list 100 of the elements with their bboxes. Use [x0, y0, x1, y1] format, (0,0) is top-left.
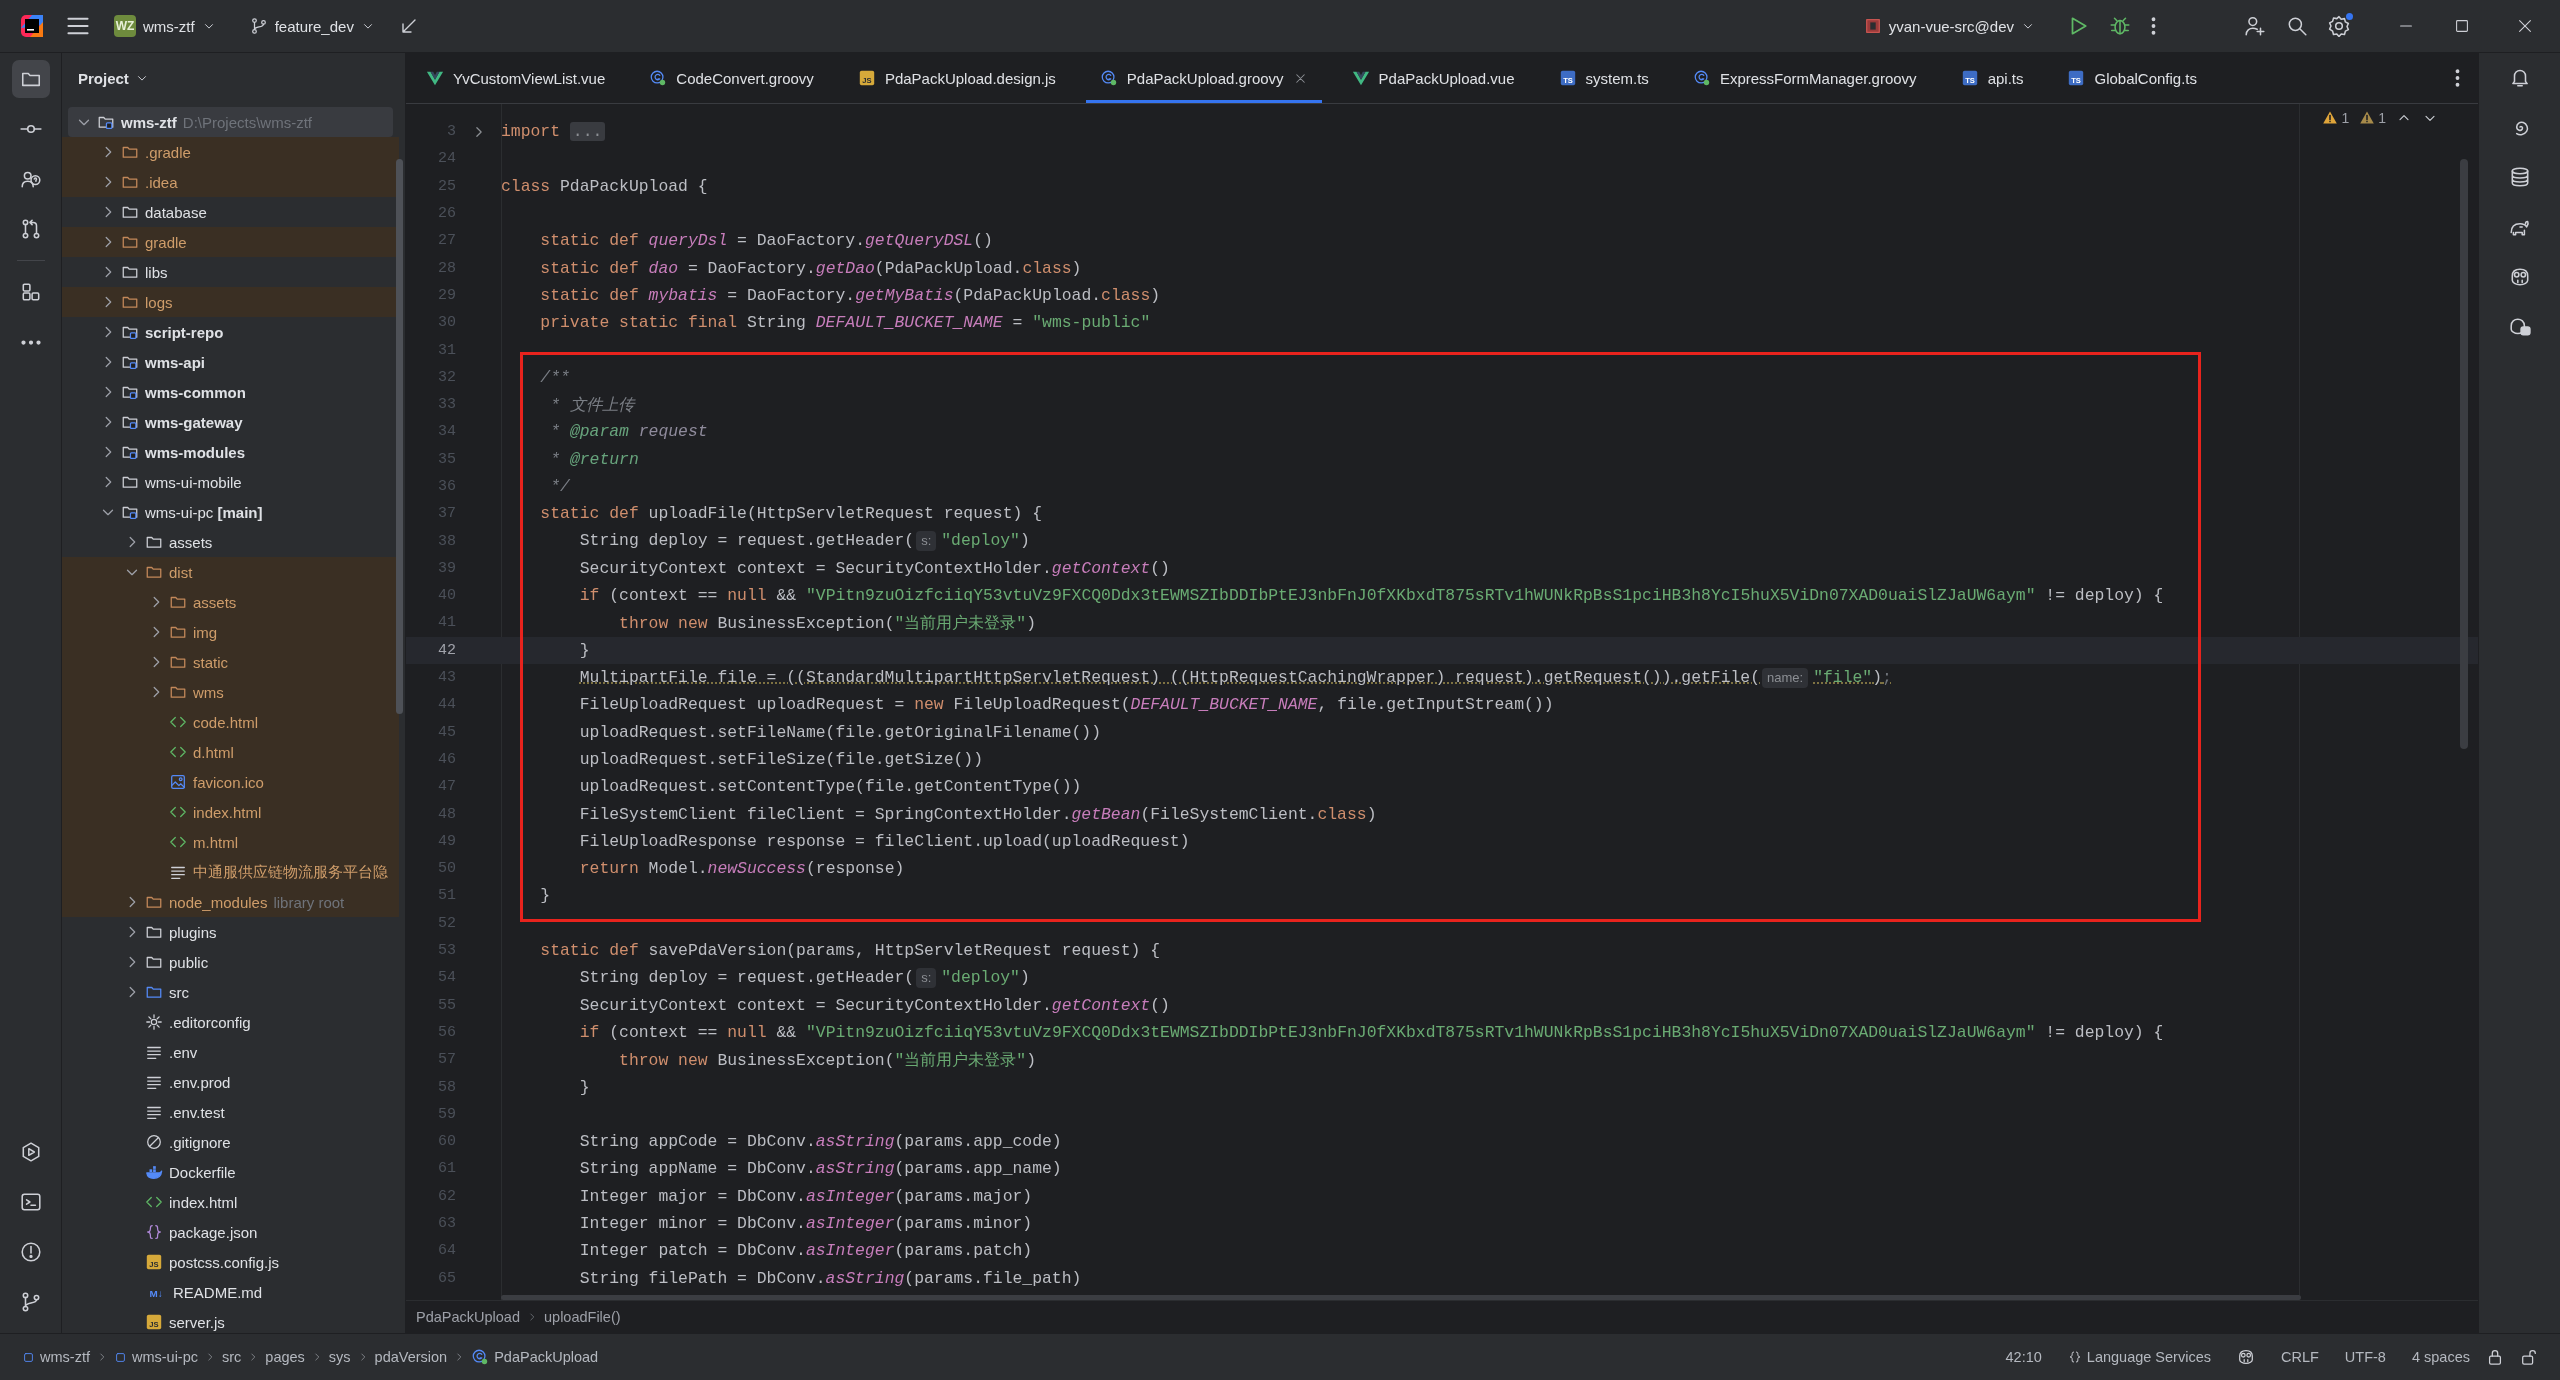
tree-row[interactable]: logs: [62, 287, 399, 317]
tree-row[interactable]: wms-ui-pc [main]: [62, 497, 399, 527]
breadcrumb-item[interactable]: pdaVersion: [374, 1349, 448, 1365]
scrollbar[interactable]: [2460, 159, 2468, 749]
tree-row[interactable]: m.html: [62, 827, 399, 857]
more-vertical-icon[interactable]: [2455, 69, 2460, 87]
line-number: 42: [437, 641, 456, 659]
tree-row[interactable]: .editorconfig: [62, 1007, 399, 1037]
breadcrumb-item[interactable]: wms-ztf: [22, 1349, 90, 1365]
tree-row[interactable]: d.html: [62, 737, 399, 767]
code-line: }: [539, 886, 551, 906]
tree-row[interactable]: dist: [62, 557, 399, 587]
project-switcher[interactable]: WZ wms-ztf: [106, 9, 224, 43]
tree-label: wms-ui-mobile: [145, 473, 242, 491]
code-line: uploadRequest.setContentType(file.getContentType()): [578, 777, 1082, 797]
swirl-circle-icon: [649, 69, 668, 87]
tree-row[interactable]: wms-ui-mobile: [62, 467, 399, 497]
tree-row[interactable]: Dockerfile: [62, 1157, 399, 1187]
tree-label: index.html: [193, 803, 262, 821]
more-vertical-icon[interactable]: [2151, 17, 2156, 35]
tree-row[interactable]: assets: [62, 527, 399, 557]
tree-row[interactable]: .idea: [62, 167, 399, 197]
code-line: FileSystemClient fileClient = SpringContextHolder.getBean(FileSystemClient.class): [578, 804, 1377, 824]
breadcrumb-item[interactable]: wms-ui-pc: [113, 1349, 198, 1365]
editor-tab[interactable]: CodeConvert.groovy: [635, 53, 844, 103]
tree-label: src: [169, 983, 189, 1001]
tree-row[interactable]: M↓ README.md: [62, 1277, 399, 1307]
tree-row[interactable]: database: [62, 197, 399, 227]
tree-row[interactable]: 中通服供应链物流服务平台隐: [62, 857, 399, 887]
fold-chevron-icon[interactable]: [474, 125, 483, 138]
tree-row[interactable]: wms-modules: [62, 437, 399, 467]
breadcrumb-item[interactable]: src: [222, 1349, 242, 1365]
tree-row[interactable]: wms: [62, 677, 399, 707]
close-icon[interactable]: [2516, 17, 2534, 35]
search-icon[interactable]: [2286, 15, 2308, 37]
code-line: FileUploadRequest uploadRequest = new FileUploadRequest(DEFAULT_BUCKET_NAME, file.getInputStream()): [578, 695, 1554, 715]
robot-face-icon[interactable]: [2237, 1348, 2255, 1366]
language-services-button[interactable]: Language Services: [2057, 1349, 2221, 1365]
tree-row[interactable]: node_modules library root: [62, 887, 399, 917]
line-separator[interactable]: CRLF: [2271, 1349, 2329, 1365]
unlock-icon[interactable]: [2520, 1348, 2538, 1366]
tree-row[interactable]: .env.test: [62, 1097, 399, 1127]
problem-count: 1: [2378, 110, 2386, 126]
tree-row[interactable]: plugins: [62, 917, 399, 947]
tree-row[interactable]: .env.prod: [62, 1067, 399, 1097]
scrollbar[interactable]: [501, 1295, 2301, 1300]
tree-label: index.html: [169, 1193, 238, 1211]
tree-row[interactable]: gradle: [62, 227, 399, 257]
project-view-selector[interactable]: Project: [74, 65, 153, 91]
tree-row[interactable]: index.html: [62, 1187, 399, 1217]
lock-icon[interactable]: [2486, 1348, 2504, 1366]
editor-tab[interactable]: PdaPackUpload.vue: [1337, 53, 1545, 103]
add-user-icon[interactable]: [2244, 15, 2266, 37]
tree-label: wms-common: [145, 383, 246, 401]
tree-row[interactable]: .gradle: [62, 137, 399, 167]
code-line: * @return: [549, 449, 639, 469]
maximize-icon[interactable]: [2453, 17, 2471, 35]
run-configuration-selector[interactable]: yvan-vue-src@dev: [1855, 11, 2043, 41]
branch-switcher[interactable]: feature_dev: [241, 11, 383, 41]
tree-row[interactable]: static: [62, 647, 399, 677]
tree-row[interactable]: wms-common: [62, 377, 399, 407]
tree-row[interactable]: script-repo: [62, 317, 399, 347]
breadcrumb-item[interactable]: PdaPackUpload: [416, 1309, 520, 1325]
breadcrumb-item[interactable]: PdaPackUpload: [471, 1348, 599, 1366]
tree-row[interactable]: index.html: [62, 797, 399, 827]
breadcrumb-item[interactable]: sys: [328, 1349, 351, 1365]
code-line: uploadRequest.setFileName(file.getOriginalFilename()): [578, 722, 1101, 742]
scrollbar[interactable]: [396, 159, 403, 714]
indent-setting[interactable]: 4 spaces: [2401, 1349, 2480, 1365]
caret-position[interactable]: 42:10: [1995, 1349, 2052, 1365]
tree-row[interactable]: code.html: [62, 707, 399, 737]
editor-tab[interactable]: ExpressFormManager.groovy: [1678, 53, 1947, 103]
tree-row[interactable]: src: [62, 977, 399, 1007]
folder-tool-button[interactable]: [11, 60, 50, 98]
tree-row[interactable]: libs: [62, 257, 399, 287]
tree-row[interactable]: wms-gateway: [62, 407, 399, 437]
tree-row[interactable]: img: [62, 617, 399, 647]
editor-tab[interactable]: PdaPackUpload.groovy: [1085, 53, 1322, 103]
settings-icon[interactable]: [2328, 15, 2350, 37]
tree-row[interactable]: public: [62, 947, 399, 977]
code-line: */: [549, 477, 570, 496]
swirl-circle-icon: [471, 1348, 490, 1366]
encoding[interactable]: UTF-8: [2334, 1349, 2396, 1365]
tree-row[interactable]: .gitignore: [62, 1127, 399, 1157]
code-line: SecurityContext context = SecurityContextHolder.getContext(): [578, 558, 1170, 578]
problems-widget[interactable]: 1 1: [2322, 110, 2438, 126]
breadcrumb-item[interactable]: uploadFile(): [544, 1309, 621, 1325]
tree-row[interactable]: wms-ztf D:\Projects\wms-ztf: [68, 107, 393, 137]
more-icon: [20, 339, 41, 345]
editor-tab[interactable]: YvCustomViewList.vue: [412, 53, 636, 103]
bug-icon[interactable]: [2109, 15, 2131, 37]
tree-label: postcss.config.js: [169, 1253, 280, 1271]
code-line: String appName = DbConv.asString(params.app_name): [578, 1159, 1062, 1179]
tree-row[interactable]: wms-api: [62, 347, 399, 377]
tree-row[interactable]: assets: [62, 587, 399, 617]
tree-row[interactable]: package.json: [62, 1217, 399, 1247]
tree-label: img: [193, 623, 218, 641]
tree-row[interactable]: .env: [62, 1037, 399, 1067]
tree-row[interactable]: favicon.ico: [62, 767, 399, 797]
breadcrumb-item[interactable]: pages: [265, 1349, 305, 1365]
